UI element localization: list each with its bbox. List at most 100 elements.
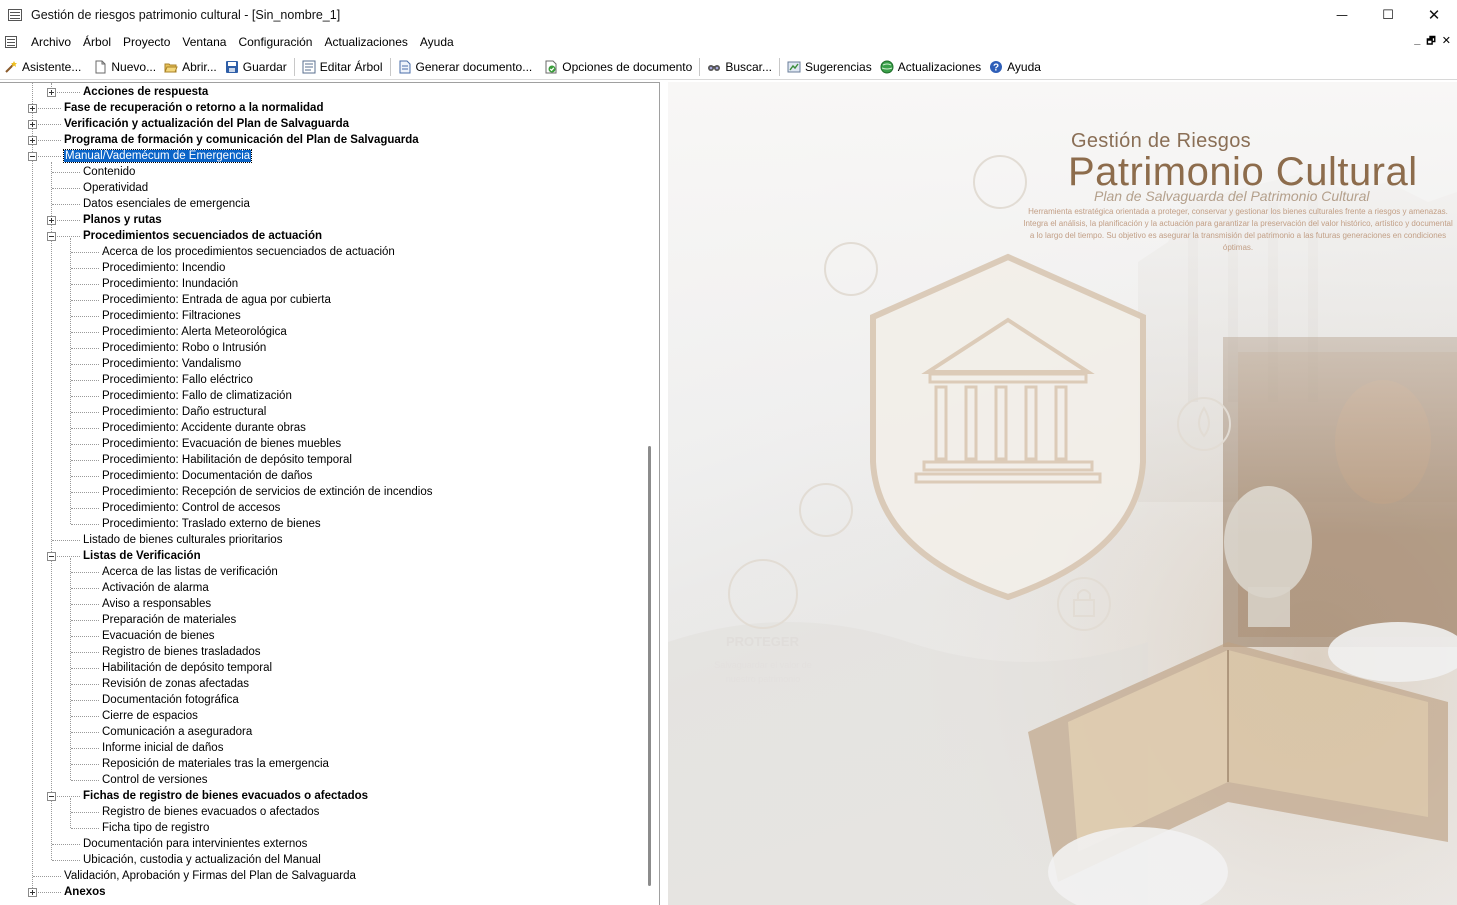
- expand-icon[interactable]: [47, 88, 56, 97]
- nuevo-button[interactable]: Nuevo...: [89, 56, 160, 78]
- menu-ventana[interactable]: Ventana: [176, 35, 232, 49]
- menu-arbol[interactable]: Árbol: [77, 35, 117, 49]
- buscar-button[interactable]: Buscar...: [703, 56, 776, 78]
- mdi-close-button[interactable]: ✕: [1442, 34, 1451, 51]
- collapse-icon[interactable]: [47, 792, 56, 801]
- tree-node[interactable]: Evacuación de bienes: [102, 628, 215, 644]
- tree-node-label: Reposición de materiales tras la emergen…: [102, 758, 329, 770]
- opciones-documento-label: Opciones de documento: [562, 59, 693, 74]
- menu-proyecto[interactable]: Proyecto: [117, 35, 176, 49]
- tree-node[interactable]: Procedimiento: Fallo de climatización: [102, 388, 292, 404]
- tree-node[interactable]: Ubicación, custodia y actualización del …: [83, 852, 321, 868]
- menu-archivo[interactable]: Archivo: [25, 35, 77, 49]
- collapse-icon[interactable]: [28, 152, 37, 161]
- abrir-label: Abrir...: [182, 59, 217, 74]
- maximize-button[interactable]: ☐: [1365, 0, 1411, 30]
- collapse-icon[interactable]: [47, 552, 56, 561]
- tree-node[interactable]: Planos y rutas: [83, 212, 162, 228]
- expand-icon[interactable]: [47, 216, 56, 225]
- tree-node[interactable]: Procedimiento: Daño estructural: [102, 404, 266, 420]
- tree-node[interactable]: Procedimiento: Robo o Intrusión: [102, 340, 266, 356]
- save-icon: [225, 60, 239, 74]
- tree-node[interactable]: Registro de bienes trasladados: [102, 644, 261, 660]
- expand-icon[interactable]: [28, 120, 37, 129]
- vertical-scrollbar[interactable]: [641, 83, 658, 905]
- tree-node[interactable]: Procedimiento: Traslado externo de biene…: [102, 516, 321, 532]
- tree-node[interactable]: Revisión de zonas afectadas: [102, 676, 249, 692]
- tree-node[interactable]: Procedimiento: Vandalismo: [102, 356, 241, 372]
- guardar-button[interactable]: Guardar: [221, 56, 291, 78]
- tree-node[interactable]: Control de versiones: [102, 772, 207, 788]
- asistente-button[interactable]: Asistente...: [0, 56, 85, 78]
- tree-node[interactable]: Procedimiento: Documentación de daños: [102, 468, 312, 484]
- tree-node[interactable]: Acerca de los procedimientos secuenciado…: [102, 244, 395, 260]
- generar-documento-button[interactable]: Generar documento...: [394, 56, 537, 78]
- tree-node[interactable]: Procedimiento: Filtraciones: [102, 308, 241, 324]
- expand-icon[interactable]: [28, 104, 37, 113]
- tree-node[interactable]: Informe inicial de daños: [102, 740, 223, 756]
- tree-node[interactable]: Procedimientos secuenciados de actuación: [83, 228, 322, 244]
- tree-node[interactable]: Preparación de materiales: [102, 612, 236, 628]
- tree-node[interactable]: Verificación y actualización del Plan de…: [64, 116, 349, 132]
- tree-node[interactable]: Procedimiento: Incendio: [102, 260, 225, 276]
- actualizaciones-button[interactable]: Actualizaciones: [876, 56, 985, 78]
- document-tree[interactable]: Acciones de respuesta Fase de recuperació…: [0, 82, 660, 905]
- tree-connector: [71, 780, 99, 781]
- tree-node[interactable]: Anexos: [64, 884, 106, 900]
- tree-node[interactable]: Datos esenciales de emergencia: [83, 196, 250, 212]
- abrir-button[interactable]: Abrir...: [160, 56, 221, 78]
- tree-node[interactable]: Cierre de espacios: [102, 708, 198, 724]
- menu-ayuda[interactable]: Ayuda: [414, 35, 460, 49]
- tree-node[interactable]: Procedimiento: Habilitación de depósito …: [102, 452, 352, 468]
- tree-node[interactable]: Acciones de respuesta: [83, 84, 208, 100]
- ayuda-button[interactable]: ? Ayuda: [985, 56, 1045, 78]
- mdi-restore-button[interactable]: 🗗: [1426, 34, 1435, 51]
- collapse-icon[interactable]: [47, 232, 56, 241]
- tree-node[interactable]: Programa de formación y comunicación del…: [64, 132, 419, 148]
- tree-node[interactable]: Procedimiento: Fallo eléctrico: [102, 372, 253, 388]
- tree-connector: [52, 204, 80, 205]
- tree-node[interactable]: Listas de Verificación: [83, 548, 201, 564]
- expand-icon[interactable]: [28, 888, 37, 897]
- scrollbar-thumb[interactable]: [648, 446, 651, 886]
- tree-node[interactable]: Procedimiento: Recepción de servicios de…: [102, 484, 433, 500]
- tree-node[interactable]: Procedimiento: Entrada de agua por cubie…: [102, 292, 331, 308]
- tree-node[interactable]: Procedimiento: Inundación: [102, 276, 238, 292]
- tree-node[interactable]: Ficha tipo de registro: [102, 820, 209, 836]
- tree-node[interactable]: Validación, Aprobación y Firmas del Plan…: [64, 868, 356, 884]
- editar-arbol-button[interactable]: Editar Árbol: [298, 56, 387, 78]
- tree-connector: [71, 412, 99, 413]
- expand-icon[interactable]: [28, 136, 37, 145]
- tree-node[interactable]: Operatividad: [83, 180, 148, 196]
- editar-arbol-label: Editar Árbol: [319, 59, 383, 74]
- tree-node[interactable]: Procedimiento: Alerta Meteorológica: [102, 324, 287, 340]
- tree-node[interactable]: Documentación para intervinientes extern…: [83, 836, 307, 852]
- tree-node[interactable]: Manual/Vademécum de Emergencia: [62, 148, 253, 164]
- sugerencias-button[interactable]: Sugerencias: [783, 56, 876, 78]
- tree-node[interactable]: Habilitación de depósito temporal: [102, 660, 272, 676]
- tree-connector: [71, 668, 99, 669]
- tree-node[interactable]: Reposición de materiales tras la emergen…: [102, 756, 329, 772]
- tree-node[interactable]: Procedimiento: Evacuación de bienes mueb…: [102, 436, 341, 452]
- menu-actualizaciones[interactable]: Actualizaciones: [318, 35, 413, 49]
- minimize-button[interactable]: —: [1319, 0, 1365, 30]
- tree-node[interactable]: Comunicación a aseguradora: [102, 724, 252, 740]
- mdi-document-icon[interactable]: [5, 36, 17, 48]
- tree-connector: [71, 348, 99, 349]
- tree-node[interactable]: Acerca de las listas de verificación: [102, 564, 278, 580]
- tree-node[interactable]: Fase de recuperación o retorno a la norm…: [64, 100, 323, 116]
- menu-configuracion[interactable]: Configuración: [232, 35, 318, 49]
- opciones-documento-button[interactable]: Opciones de documento: [540, 56, 696, 78]
- mdi-minimize-button[interactable]: _: [1414, 34, 1420, 51]
- tree-node[interactable]: Documentación fotográfica: [102, 692, 239, 708]
- tree-node[interactable]: Procedimiento: Control de accesos: [102, 500, 280, 516]
- tree-node[interactable]: Aviso a responsables: [102, 596, 211, 612]
- tree-node[interactable]: Procedimiento: Accidente durante obras: [102, 420, 306, 436]
- tree-node[interactable]: Fichas de registro de bienes evacuados o…: [83, 788, 368, 804]
- close-button[interactable]: ✕: [1411, 0, 1457, 30]
- tree-node[interactable]: Registro de bienes evacuados o afectados: [102, 804, 319, 820]
- tree-node[interactable]: Contenido: [83, 164, 135, 180]
- tree-connector: [71, 748, 99, 749]
- tree-node[interactable]: Listado de bienes culturales prioritario…: [83, 532, 282, 548]
- tree-node[interactable]: Activación de alarma: [102, 580, 209, 596]
